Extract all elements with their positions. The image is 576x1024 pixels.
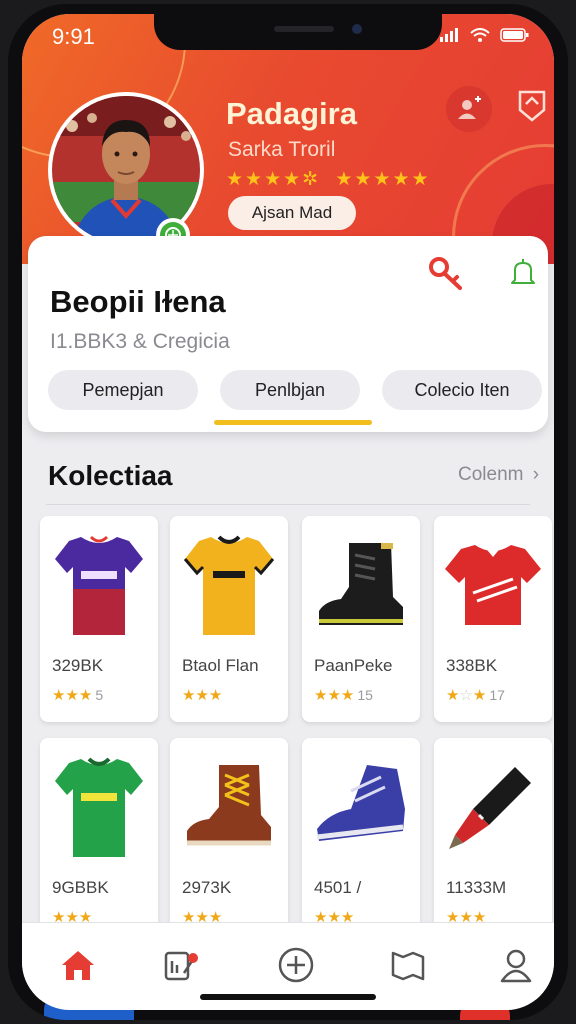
item-price: Btaol Flan [182,656,259,675]
item-rating: ★☆★ 17 [446,687,505,704]
divider [46,504,530,505]
item-rating: ★★★ 15 [314,687,373,704]
home-indicator [200,994,376,1000]
battery-icon [500,28,529,42]
item-price: 4501 / [314,878,362,897]
add-icon [278,947,314,983]
collection-item[interactable]: 9GBBK ★★★ [40,738,158,944]
tab-colecio-iten[interactable]: Colecio Iten [382,370,542,410]
device-notch [154,14,442,50]
black-boot-icon [306,524,416,644]
profile-name: Padagira [226,96,357,131]
badge-button[interactable] [516,88,548,129]
brown-boot-icon [174,746,284,866]
item-price: 329BK [52,656,104,675]
notification-button[interactable] [508,256,538,293]
item-rating: ★★★ 5 [52,687,104,704]
phone-frame: Padagira Sarka Troril ★★★★✲ ★★★★★ Ajsan … [8,4,568,1020]
home-icon [62,951,94,980]
yellow-jersey-icon [174,524,284,644]
chevron-right-icon: › [532,464,540,485]
collection-icon [164,951,198,981]
signal-icon [440,28,458,42]
item-price: 2973K [182,878,232,897]
collection-item[interactable]: 4501 / ★★★ [302,738,420,944]
status-time: 9:91 [52,24,95,49]
card-subtitle: I1.BBK3 & Cregicia [50,330,230,353]
nav-map[interactable] [378,935,438,995]
see-all-link[interactable]: Colenm › [458,464,539,486]
collection-item[interactable]: Btaol Flan ★★★ [170,516,288,722]
item-price: PaanPeke [314,656,393,675]
nav-add[interactable] [266,935,326,995]
collection-summary-card: Beopii Iɫena I1.BBK3 & Cregicia Pemepjan… [28,236,548,432]
item-price: 338BK [446,656,498,675]
red-jersey-icon [438,524,548,644]
collection-item[interactable]: 329BK ★★★ 5 [40,516,158,722]
tab-pemepjan[interactable]: Pemepjan [48,370,198,410]
add-user-icon [458,96,481,119]
key-icon [429,257,462,290]
map-icon [391,951,425,981]
profile-icon [500,949,532,983]
shield-icon [518,90,546,122]
item-price: 9GBBK [52,878,109,897]
profile-subtitle: Sarka Troril [228,138,336,161]
active-tab-indicator [214,420,372,425]
collection-item[interactable]: 2973K ★★★ [170,738,288,944]
collection-item[interactable]: 11333M ★★★ [434,738,552,944]
blue-sneaker-icon [306,746,416,866]
tab-penlbjan[interactable]: Penlbjan [220,370,360,410]
add-friend-button[interactable] [446,86,492,132]
bell-icon [511,259,535,284]
collection-title: Kolectiaa [48,460,173,491]
nav-profile[interactable] [486,935,546,995]
nav-collection[interactable] [152,935,212,995]
purple-jersey-icon [44,524,154,644]
profile-rating: ★★★★✲ ★★★★★ [226,169,431,190]
wifi-icon [470,28,490,42]
item-rating: ★★★ [182,687,223,704]
collection-item[interactable]: 338BK ★☆★ 17 [434,516,552,722]
status-icons [440,28,530,42]
nav-home[interactable] [48,935,108,995]
profile-header: Padagira Sarka Troril ★★★★✲ ★★★★★ Ajsan … [22,14,554,264]
app-screen: Padagira Sarka Troril ★★★★✲ ★★★★★ Ajsan … [22,14,554,1010]
green-jersey-icon [44,746,154,866]
profile-action-button[interactable]: Ajsan Mad [228,196,356,230]
key-button[interactable] [428,256,468,297]
item-price: 11333M [446,878,507,897]
card-title: Beopii Iɫena [50,284,226,319]
collection-item[interactable]: PaanPeke ★★★ 15 [302,516,420,722]
marker-pen-icon [438,746,548,866]
